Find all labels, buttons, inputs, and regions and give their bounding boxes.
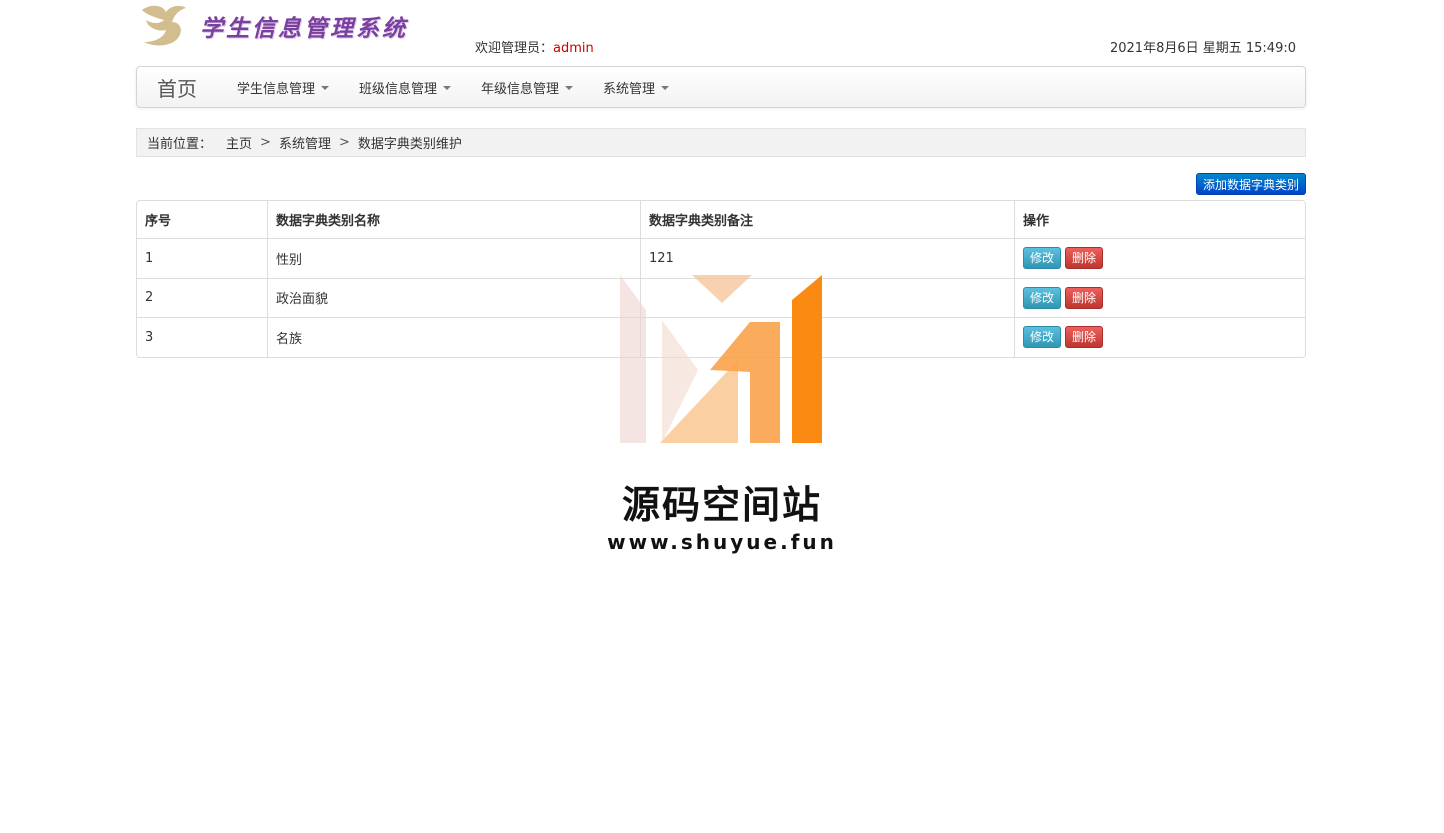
column-header-remark: 数据字典类别备注 [640,201,1014,238]
delete-button[interactable]: 删除 [1065,286,1104,309]
breadcrumb-lead: 当前位置： [147,137,213,152]
username: admin [553,41,594,56]
nav-menu-label: 班级信息管理 [359,81,438,97]
nav-menu-label: 系统管理 [603,81,656,97]
edit-button[interactable]: 修改 [1023,247,1062,270]
edit-button[interactable]: 修改 [1023,286,1062,309]
page-header: 学生信息管理系统 欢迎管理员：admin 2021年8月6日 星期五 15:49… [136,0,1306,60]
caret-down-icon [443,86,452,90]
column-header-index: 序号 [145,214,172,229]
watermark-url: www.shuyue.fun [607,530,837,554]
caret-down-icon [565,86,574,90]
app-logo: 学生信息管理系统 [136,0,436,52]
cell-name: 性别 [267,238,640,278]
delete-button[interactable]: 删除 [1065,247,1104,270]
table-row: 1 性别 121 修改 删除 [137,238,1305,278]
app-title: 学生信息管理系统 [200,15,408,42]
breadcrumb-separator: > [260,135,271,150]
main-navbar: 首页 学生信息管理 班级信息管理 年级信息管理 系统管理 [136,66,1306,108]
cell-remark: 121 [640,238,1014,278]
table-header-row: 序号 数据字典类别名称 数据字典类别备注 操作 [137,201,1305,238]
cell-actions: 修改 删除 [1014,238,1305,278]
nav-menu-class-info[interactable]: 班级信息管理 [344,78,466,97]
watermark-title: 源码空间站 [621,483,822,527]
breadcrumb-item-home[interactable]: 主页 [226,133,252,152]
caret-down-icon [661,86,670,90]
column-header-actions: 操作 [1014,201,1305,238]
breadcrumb-separator: > [338,135,350,150]
caret-down-icon [321,86,330,90]
nav-menu-system[interactable]: 系统管理 [588,78,684,97]
nav-menu-student-info[interactable]: 学生信息管理 [222,78,344,97]
datetime-display: 2021年8月6日 星期五 15:49:0 [1109,41,1296,56]
breadcrumb: 当前位置： 主页 > 系统管理 > 数据字典类别维护 [136,128,1306,157]
nav-home-link[interactable]: 首页 [137,73,217,102]
dictionary-category-table: 序号 数据字典类别名称 数据字典类别备注 操作 1 性别 121 修改 删除 2 … [136,200,1306,358]
cell-name: 名族 [267,317,640,357]
cell-index: 1 [137,238,267,278]
welcome-label: 欢迎管理员： [475,41,554,56]
nav-menu-label: 年级信息管理 [481,81,560,97]
welcome-message: 欢迎管理员：admin [475,37,594,56]
cell-remark [640,277,1014,317]
delete-button[interactable]: 删除 [1065,326,1104,349]
edit-button[interactable]: 修改 [1023,326,1062,349]
breadcrumb-item-system[interactable]: 系统管理 [279,133,331,152]
cell-name: 政治面貌 [267,277,640,317]
cell-actions: 修改 删除 [1014,277,1305,317]
cell-index: 2 [137,277,267,318]
table-row: 3 名族 修改 删除 [137,317,1305,357]
cell-actions: 修改 删除 [1014,317,1305,357]
column-header-name: 数据字典类别名称 [267,201,640,238]
nav-menu-grade-info[interactable]: 年级信息管理 [466,78,588,97]
breadcrumb-item-current: 数据字典类别维护 [357,137,462,152]
nav-menu-label: 学生信息管理 [237,81,316,97]
swallow-logo-icon [142,5,186,46]
cell-remark [640,317,1014,357]
table-row: 2 政治面貌 修改 删除 [137,277,1305,318]
cell-index: 3 [137,317,267,357]
add-dictionary-category-button[interactable]: 添加数据字典类别 [1195,173,1306,195]
